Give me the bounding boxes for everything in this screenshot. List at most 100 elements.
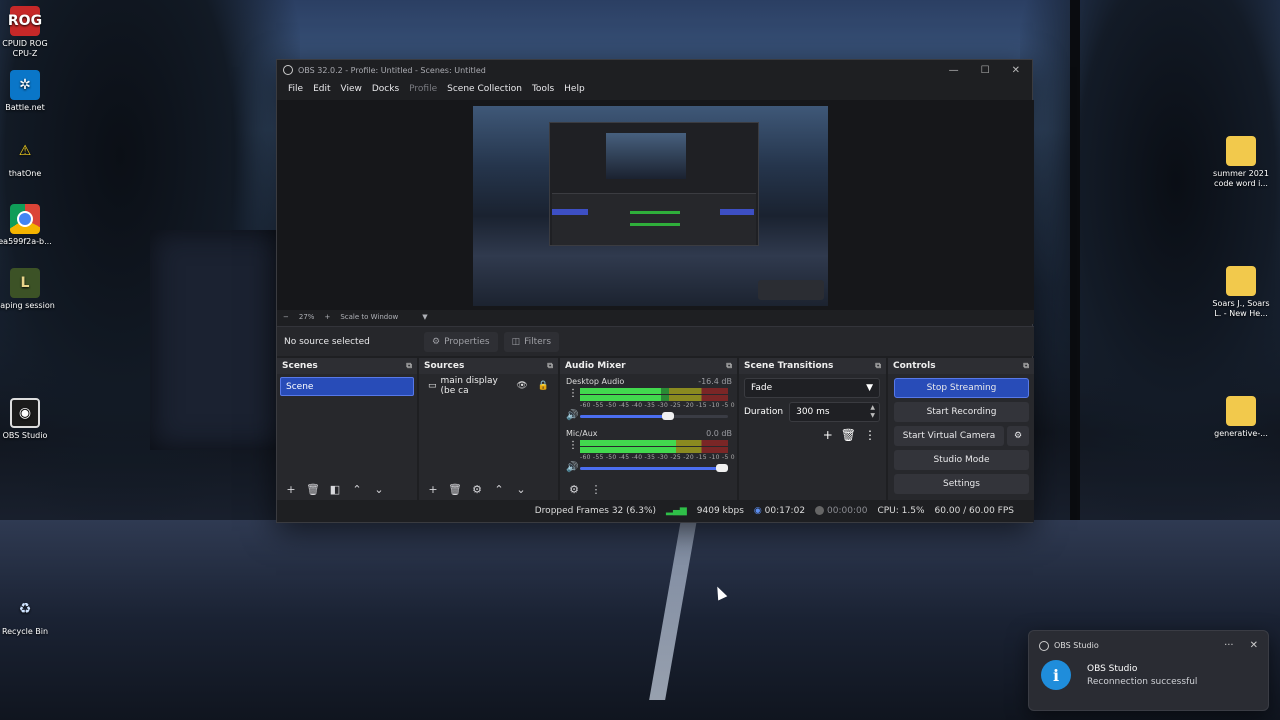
scene-list-item[interactable]: Scene — [280, 377, 414, 396]
maximize-icon[interactable]: ☐ — [981, 65, 990, 76]
desktop-icon-obs[interactable]: ◉ OBS Studio — [0, 398, 56, 441]
desktop-icon-gaping-session[interactable]: L gaping session — [0, 268, 56, 311]
transition-select[interactable]: Fade ▼ — [744, 378, 880, 398]
scale-mode-dropdown-icon[interactable]: ▼ — [422, 313, 427, 321]
docks: Scenes ⧉ Scene + 🗑 ◧ ⌃ ⌄ Sources ⧉ ▭ mai — [277, 358, 1034, 500]
duration-input[interactable]: 300 ms ▲ ▼ — [789, 402, 880, 422]
menu-docks[interactable]: Docks — [367, 84, 404, 94]
scale-mode-label[interactable]: Scale to Window — [340, 313, 398, 321]
desktop-icon-soars[interactable]: Soars J., Soars L. - New He... — [1210, 266, 1272, 319]
meter-level — [580, 447, 677, 453]
toast-text: OBS Studio Reconnection successful — [1087, 664, 1197, 687]
speaker-icon[interactable]: 🔊 — [566, 462, 578, 473]
filters-button[interactable]: ◫ Filters — [503, 331, 560, 352]
zoom-in-button[interactable]: + — [324, 313, 330, 321]
program-preview[interactable] — [473, 106, 828, 306]
minimize-icon[interactable]: — — [949, 65, 959, 76]
move-down-icon[interactable]: ⌄ — [512, 483, 530, 496]
slider-knob[interactable] — [716, 464, 728, 472]
move-up-icon[interactable]: ⌃ — [490, 483, 508, 496]
source-list-item[interactable]: ▭ main display (be ca 👁 🔒 — [422, 376, 555, 396]
no-source-label: No source selected — [284, 336, 370, 347]
desktop-icon-summer-2021[interactable]: summer 2021 code word i... — [1210, 136, 1272, 189]
desktop-icon-battlenet[interactable]: ✲ Battle.net — [0, 70, 56, 113]
properties-button[interactable]: ⚙ Properties — [424, 331, 498, 352]
scenes-toolbar: + 🗑 ◧ ⌃ ⌄ — [277, 478, 417, 500]
preview-nested-stop-button — [720, 209, 754, 215]
start-virtual-camera-button[interactable]: Start Virtual Camera — [894, 426, 1004, 446]
settings-button[interactable]: Settings — [894, 474, 1029, 494]
add-transition-icon[interactable]: + — [823, 428, 833, 442]
volume-slider[interactable] — [580, 464, 728, 472]
desktop-icon-label: Recycle Bin — [1, 627, 49, 636]
desktop-icon-label: thatOne — [8, 169, 42, 178]
lock-icon[interactable]: 🔒 — [538, 381, 549, 391]
virtual-camera-settings-button[interactable]: ⚙ — [1007, 426, 1029, 446]
move-down-icon[interactable]: ⌄ — [370, 483, 388, 496]
notification-toast[interactable]: OBS Studio ··· ✕ i OBS Studio Reconnecti… — [1028, 630, 1269, 711]
toast-header: OBS Studio ··· ✕ — [1029, 631, 1268, 651]
filters-label: Filters — [524, 336, 552, 347]
undock-icon[interactable]: ⧉ — [726, 361, 732, 371]
undock-icon[interactable]: ⧉ — [547, 361, 553, 371]
desktop-icon-label: Battle.net — [5, 103, 45, 112]
start-recording-button[interactable]: Start Recording — [894, 402, 1029, 422]
menu-bar: File Edit View Docks Profile Scene Colle… — [277, 80, 1032, 98]
zoom-out-button[interactable]: − — [283, 313, 289, 321]
desktop-icon-generative[interactable]: generative-... — [1210, 396, 1272, 439]
menu-profile[interactable]: Profile — [404, 84, 442, 94]
meter-scale: -60 -55 -50 -45 -40 -35 -30 -25 -20 -15 … — [580, 402, 735, 409]
remove-source-icon[interactable]: 🗑 — [446, 483, 464, 496]
menu-scene-collection[interactable]: Scene Collection — [442, 84, 527, 94]
close-icon[interactable]: ✕ — [1250, 640, 1258, 651]
menu-help[interactable]: Help — [559, 84, 590, 94]
battlenet-icon: ✲ — [10, 70, 40, 100]
scene-filters-icon[interactable]: ◧ — [326, 483, 344, 496]
spinner-icon[interactable]: ▲ ▼ — [870, 404, 875, 420]
controls-dock: Controls ⧉ Stop Streaming Start Recordin… — [888, 358, 1034, 500]
speaker-icon[interactable]: 🔊 — [566, 410, 578, 421]
source-properties-icon[interactable]: ⚙ — [468, 483, 486, 496]
menu-tools[interactable]: Tools — [527, 84, 559, 94]
toast-title: OBS Studio — [1087, 663, 1138, 674]
volume-slider[interactable] — [580, 412, 728, 420]
menu-file[interactable]: File — [283, 84, 308, 94]
wallpaper-pole — [1070, 0, 1080, 520]
desktop-icon-cpuz[interactable]: ROG CPUID ROG CPU-Z — [0, 6, 56, 59]
mixer-menu-icon[interactable]: ⋮ — [587, 483, 605, 496]
undock-icon[interactable]: ⧉ — [1023, 361, 1029, 371]
add-source-icon[interactable]: + — [424, 483, 442, 496]
more-options-icon[interactable]: ··· — [1224, 640, 1234, 651]
record-icon — [815, 506, 825, 515]
desktop-icon-chrome-shortcut[interactable]: ea599f2a-b... — [0, 204, 56, 247]
studio-mode-button[interactable]: Studio Mode — [894, 450, 1029, 470]
move-up-icon[interactable]: ⌃ — [348, 483, 366, 496]
channel-menu-icon[interactable]: ⋮ — [568, 440, 578, 451]
volume-meter — [580, 440, 728, 446]
advanced-audio-icon[interactable]: ⚙ — [565, 483, 583, 496]
undock-icon[interactable]: ⧉ — [875, 361, 881, 371]
stream-timer: ◉ 00:17:02 — [754, 506, 805, 516]
remove-scene-icon[interactable]: 🗑 — [304, 483, 322, 496]
visibility-eye-icon[interactable]: 👁 — [516, 381, 527, 391]
channel-menu-icon[interactable]: ⋮ — [568, 388, 578, 399]
transition-menu-icon[interactable]: ⋮ — [864, 428, 876, 442]
undock-icon[interactable]: ⧉ — [406, 361, 412, 371]
meter-level — [580, 395, 662, 401]
wallpaper-building — [150, 230, 290, 450]
add-scene-icon[interactable]: + — [282, 483, 300, 496]
desktop-icon-recycle-bin[interactable]: ♻ Recycle Bin — [0, 594, 56, 637]
close-icon[interactable]: ✕ — [1012, 65, 1020, 76]
stop-streaming-button[interactable]: Stop Streaming — [894, 378, 1029, 398]
dock-header: Audio Mixer ⧉ — [560, 358, 737, 374]
remove-transition-icon[interactable]: 🗑 — [841, 428, 856, 442]
menu-view[interactable]: View — [336, 84, 367, 94]
menu-edit[interactable]: Edit — [308, 84, 335, 94]
preview-nested-obs — [549, 122, 759, 246]
slider-knob[interactable] — [661, 412, 674, 420]
display-capture-icon: ▭ — [428, 380, 437, 391]
desktop-icon-thatone[interactable]: ⚠ thatOne — [0, 136, 56, 179]
desktop-icon-label: CPUID ROG CPU-Z — [2, 39, 48, 58]
title-bar[interactable]: OBS 32.0.2 - Profile: Untitled - Scenes:… — [277, 60, 1032, 80]
meter-scale: -60 -55 -50 -45 -40 -35 -30 -25 -20 -15 … — [580, 454, 735, 461]
